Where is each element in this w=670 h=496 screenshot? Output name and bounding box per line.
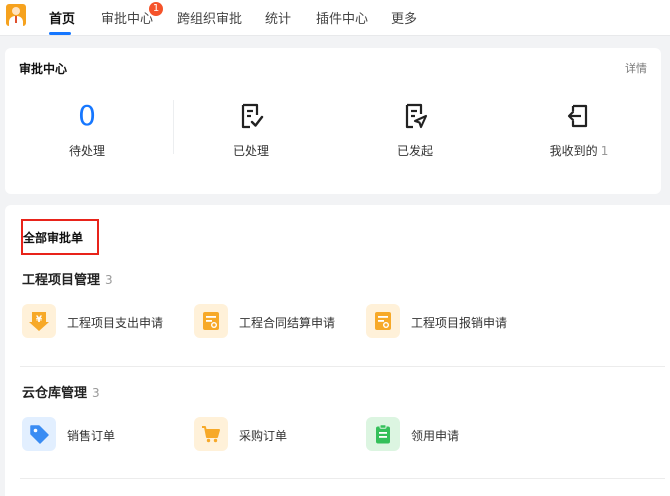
sales-order-label: 销售订单	[67, 429, 116, 443]
sales-order-tile	[22, 417, 56, 451]
contract-settlement-label: 工程合同结算申请	[239, 316, 336, 330]
stat-processed[interactable]: 已处理	[169, 98, 333, 178]
purchase-order-tile	[194, 417, 228, 451]
pending-count: 0	[78, 99, 96, 132]
approval-center-card: 审批中心 详情 0 待处理 已处理 已发起 我收到的 1	[5, 48, 661, 194]
tab-more[interactable]: 更多	[391, 8, 417, 27]
send-document-icon	[405, 103, 428, 129]
document-stamp-icon	[375, 312, 391, 330]
stat-initiated-label: 已发起	[396, 144, 433, 158]
approval-item-project-expense[interactable]: ¥ 工程项目支出申请	[22, 304, 182, 340]
approval-item-requisition[interactable]: 领用申请	[366, 417, 526, 453]
approval-center-title: 审批中心	[19, 62, 68, 76]
stat-pending[interactable]: 0 待处理	[5, 98, 169, 178]
approval-item-contract-settlement[interactable]: 工程合同结算申请	[194, 304, 354, 340]
requisition-label: 领用申请	[411, 429, 460, 443]
stat-received-label: 我收到的	[549, 144, 598, 158]
approval-item-sales-order[interactable]: 销售订单	[22, 417, 182, 453]
price-tag-icon	[30, 425, 49, 444]
group-name-warehouse: 云仓库管理	[22, 386, 88, 401]
approval-center-badge: 1	[149, 2, 163, 16]
group-divider	[20, 478, 665, 479]
stat-received-label-wrap: 我收到的 1	[497, 142, 661, 159]
yen-download-icon: ¥	[29, 312, 49, 331]
requisition-tile	[366, 417, 400, 451]
clipboard-icon	[376, 424, 390, 444]
stat-pending-label: 待处理	[68, 144, 105, 158]
document-stamp-icon	[203, 312, 219, 330]
all-approvals-title: 全部审批单	[23, 231, 84, 245]
approval-item-purchase-order[interactable]: 采购订单	[194, 417, 354, 453]
stat-received[interactable]: 我收到的 1	[497, 98, 661, 178]
group-title-engineering: 工程项目管理 3	[22, 269, 113, 288]
tab-statistics[interactable]: 统计	[265, 8, 291, 27]
detail-link[interactable]: 详情	[625, 60, 647, 76]
shopping-cart-icon	[202, 426, 220, 443]
project-reimbursement-tile	[366, 304, 400, 338]
group-count-engineering: 3	[105, 273, 113, 287]
project-expense-tile: ¥	[22, 304, 56, 338]
active-tab-indicator	[49, 32, 71, 35]
tab-cross-org-approval[interactable]: 跨组织审批	[177, 8, 242, 27]
stat-processed-label: 已处理	[232, 144, 269, 158]
group-title-warehouse: 云仓库管理 3	[22, 382, 100, 401]
app-logo-icon[interactable]	[6, 4, 26, 26]
contract-settlement-tile	[194, 304, 228, 338]
group-name-engineering: 工程项目管理	[22, 273, 101, 288]
purchase-order-label: 采购订单	[239, 429, 288, 443]
stat-initiated[interactable]: 已发起	[333, 98, 497, 178]
group-count-warehouse: 3	[92, 386, 100, 400]
group-divider	[20, 366, 665, 367]
svg-text:¥: ¥	[36, 315, 43, 325]
top-nav: 首页 审批中心 1 跨组织审批 统计 插件中心 更多	[0, 0, 670, 36]
project-expense-label: 工程项目支出申请	[67, 316, 164, 330]
tab-plugin-center[interactable]: 插件中心	[316, 8, 368, 27]
inbox-arrow-icon	[567, 104, 588, 128]
project-reimbursement-label: 工程项目报销申请	[411, 316, 508, 330]
all-approvals-card: 全部审批单 工程项目管理 3 ¥ 工程项目支出申请 工程合同结算申请 工程项目报…	[5, 205, 670, 496]
checklist-icon	[241, 103, 264, 129]
tab-approval-center[interactable]: 审批中心	[101, 8, 153, 27]
approval-item-project-reimbursement[interactable]: 工程项目报销申请	[366, 304, 526, 340]
tab-home[interactable]: 首页	[49, 8, 75, 27]
received-count: 1	[600, 144, 609, 158]
